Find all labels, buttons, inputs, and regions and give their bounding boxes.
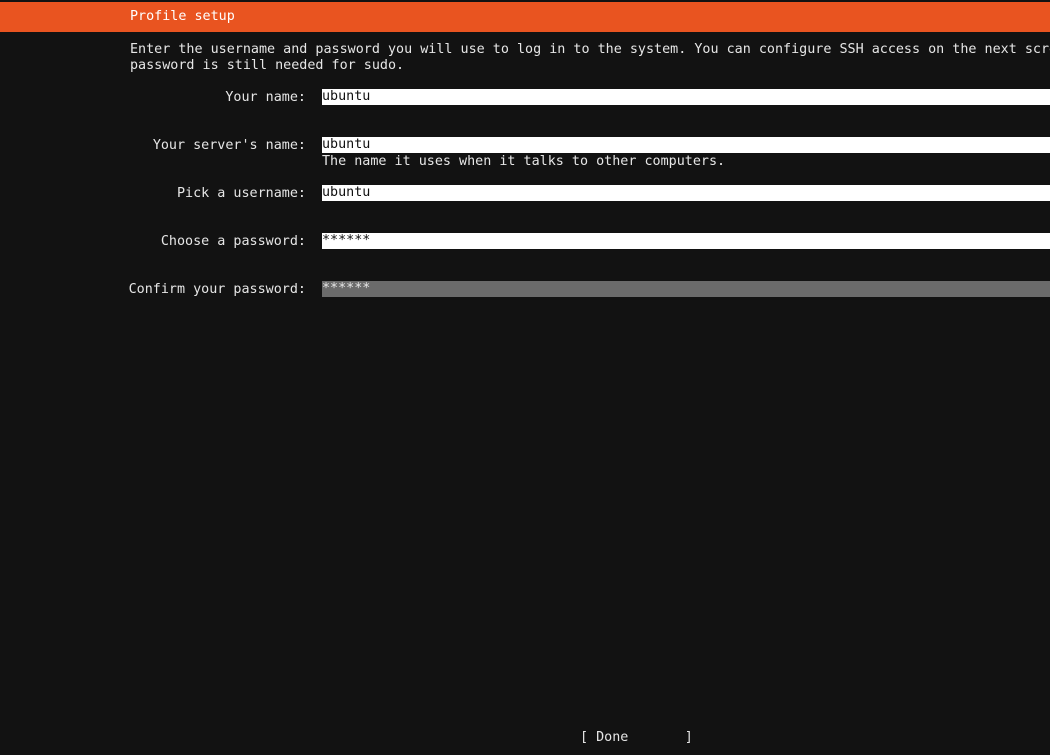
your-name-field[interactable]: ubuntu: [322, 89, 1050, 105]
done-button[interactable]: [ Done ]: [580, 730, 693, 746]
username-field[interactable]: ubuntu: [322, 185, 1050, 201]
page-title: Profile setup: [130, 9, 235, 24]
intro-text: Enter the username and password you will…: [130, 42, 1050, 74]
confirm-password-label: Confirm your password:: [128, 282, 306, 297]
server-name-label: Your server's name:: [152, 138, 306, 153]
confirm-password-field[interactable]: ******: [322, 281, 1050, 297]
password-field[interactable]: ******: [322, 233, 1050, 249]
title-bar: Profile setup: [0, 2, 1050, 32]
intro-line-2: password is still needed for sudo.: [130, 58, 405, 73]
username-label: Pick a username:: [177, 186, 306, 201]
your-name-label: Your name:: [225, 90, 306, 105]
password-label: Choose a password:: [160, 234, 306, 249]
intro-line-1: Enter the username and password you will…: [130, 42, 1050, 57]
server-name-field[interactable]: ubuntu: [322, 137, 1050, 153]
server-name-help: The name it uses when it talks to other …: [322, 154, 726, 169]
